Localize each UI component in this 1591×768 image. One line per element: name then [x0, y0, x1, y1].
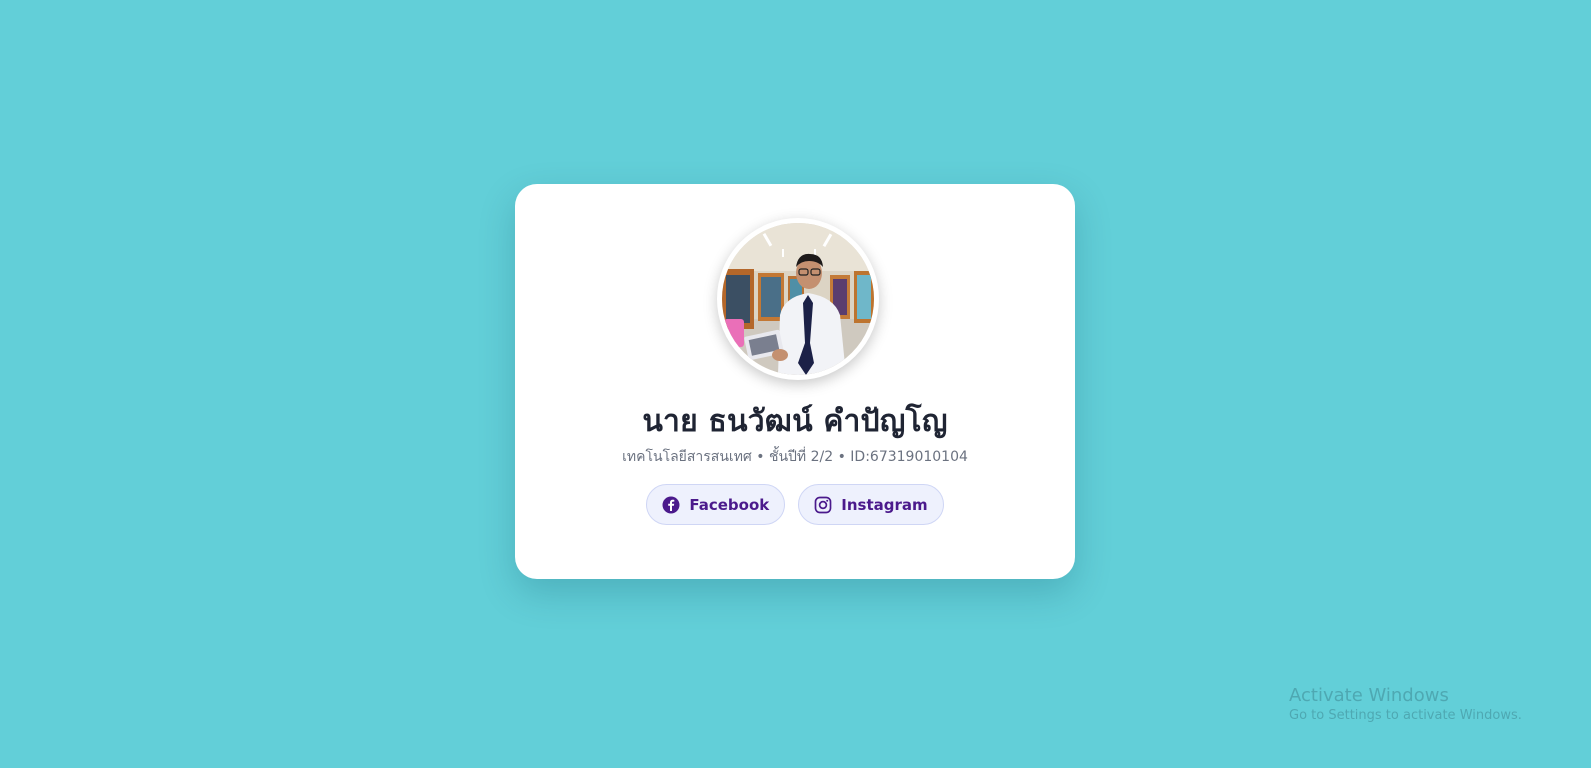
facebook-icon [662, 496, 680, 514]
watermark-subtitle: Go to Settings to activate Windows. [1289, 707, 1522, 723]
activate-windows-watermark: Activate Windows Go to Settings to activ… [1289, 685, 1522, 724]
avatar [717, 218, 879, 380]
profile-photo [722, 223, 874, 375]
profile-meta: เทคโนโลยีสารสนเทศ • ชั้นปีที่ 2/2 • ID:6… [622, 449, 968, 465]
profile-name: นาย ธนวัฒน์ คำปัญโญ [642, 404, 948, 439]
watermark-title: Activate Windows [1289, 685, 1449, 706]
facebook-label: Facebook [689, 495, 770, 514]
instagram-icon [814, 496, 832, 514]
instagram-button[interactable]: Instagram [798, 484, 944, 525]
facebook-button[interactable]: Facebook [646, 484, 786, 525]
social-links: Facebook Instagram [515, 484, 1075, 525]
instagram-label: Instagram [841, 495, 928, 514]
profile-card: นาย ธนวัฒน์ คำปัญโญ เทคโนโลยีสารสนเทศ • … [515, 184, 1075, 579]
